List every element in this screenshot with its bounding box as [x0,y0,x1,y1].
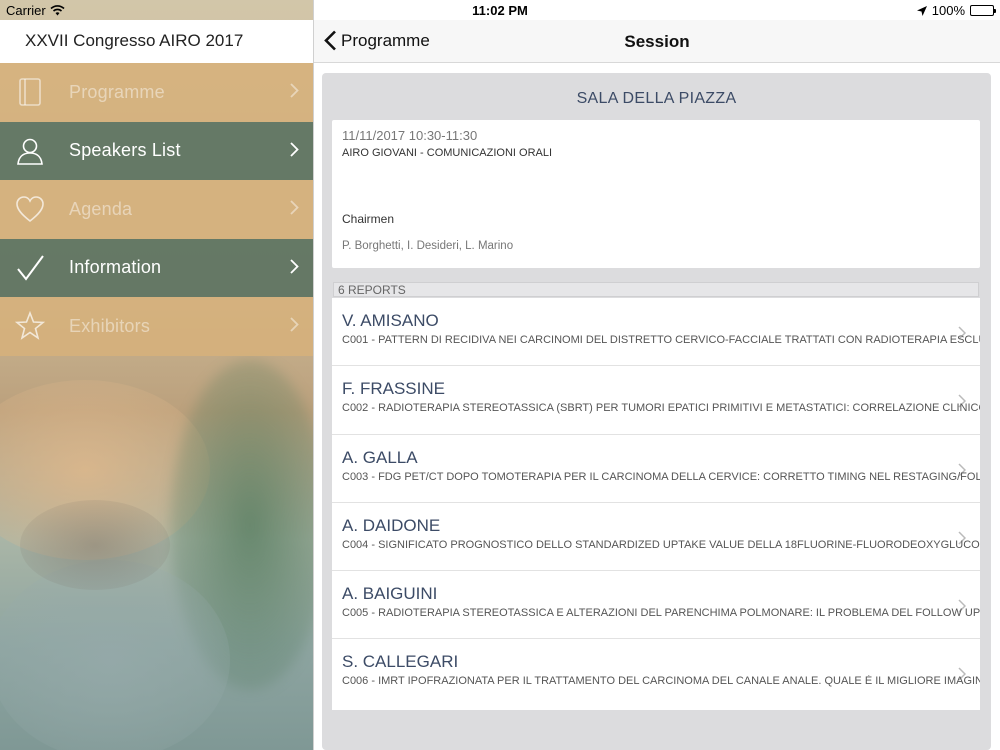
report-item[interactable]: V. AMISANO C001 - PATTERN DI RECIDIVA NE… [332,298,980,367]
report-title: C005 - RADIOTERAPIA STEREOTASSICA E ALTE… [342,607,980,620]
session-info-card: 11/11/2017 10:30-11:30 AIRO GIOVANI - CO… [332,120,980,268]
chevron-right-icon [958,463,966,477]
status-right: 100% [916,3,996,18]
chevron-right-icon [290,141,299,157]
sidebar: XXVII Congresso AIRO 2017 Programme Spea… [0,0,313,750]
status-bar: Carrier 11:02 PM 100% [0,0,1000,20]
report-author: F. FRASSINE [342,379,445,399]
battery-percent: 100% [931,3,965,18]
report-author: S. CALLEGARI [342,652,459,672]
chevron-left-icon [324,30,336,51]
reports-header: 6 REPORTS [333,282,979,297]
chevron-right-icon [958,326,966,340]
reports-list: V. AMISANO C001 - PATTERN DI RECIDIVA NE… [332,298,980,710]
room-name: SALA DELLA PIAZZA [576,90,737,107]
report-title: C002 - RADIOTERAPIA STEREOTASSICA (SBRT)… [342,402,980,415]
session-datetime: 11/11/2017 10:30-11:30 [342,128,478,143]
report-item[interactable]: A. DAIDONE C004 - SIGNIFICATO PROGNOSTIC… [332,503,980,572]
back-button-label: Programme [341,30,430,50]
report-title: C006 - IMRT IPOFRAZIONATA PER IL TRATTAM… [342,675,980,688]
chairmen-names: P. Borghetti, I. Desideri, L. Marino [342,240,514,252]
chevron-right-icon [290,317,299,332]
sidebar-item-agenda[interactable]: Agenda [0,180,313,239]
sidebar-menu: Programme Speakers List Agenda Informati… [0,63,313,356]
battery-icon [970,5,996,16]
chevron-right-icon [958,667,966,682]
report-item[interactable]: F. FRASSINE C002 - RADIOTERAPIA STEREOTA… [332,366,980,435]
chevron-right-icon [958,599,966,613]
sidebar-item-label: Programme [69,81,165,102]
clock: 11:02 PM [472,3,528,18]
sidebar-item-label: Agenda [69,198,133,219]
background-blur [20,500,170,590]
sidebar-item-programme[interactable]: Programme [0,63,313,122]
sidebar-item-label: Exhibitors [69,315,151,336]
chevron-right-icon [290,258,299,274]
person-icon [15,136,45,166]
sidebar-item-speakers[interactable]: Speakers List [0,121,313,180]
report-item[interactable]: S. CALLEGARI C006 - IMRT IPOFRAZIONATA P… [332,639,980,707]
checkmark-icon [15,253,45,283]
chairmen-label: Chairmen [342,212,395,226]
sidebar-item-exhibitors[interactable]: Exhibitors [0,297,313,356]
app-title: XXVII Congresso AIRO 2017 [0,20,313,63]
navigation-bar: Programme Session [314,20,1000,63]
book-icon [15,77,45,107]
report-title: C004 - SIGNIFICATO PROGNOSTICO DELLO STA… [342,538,980,551]
report-item[interactable]: A. GALLA C003 - FDG PET/CT DOPO TOMOTERA… [332,435,980,503]
location-arrow-icon [916,5,927,16]
chevron-right-icon [958,531,966,545]
session-panel: SALA DELLA PIAZZA 11/11/2017 10:30-11:30… [322,73,991,750]
session-name: AIRO GIOVANI - COMUNICAZIONI ORALI [342,147,553,159]
star-icon [15,311,45,341]
report-author: A. GALLA [342,447,418,467]
back-button[interactable]: Programme [324,30,430,51]
heart-icon [15,194,45,224]
sidebar-item-label: Information [69,257,162,278]
session-content: SALA DELLA PIAZZA 11/11/2017 10:30-11:30… [314,63,1000,750]
report-author: V. AMISANO [342,311,439,330]
report-title: C003 - FDG PET/CT DOPO TOMOTERAPIA PER I… [342,470,980,483]
report-author: A. DAIDONE [342,515,441,535]
chevron-right-icon [290,83,299,98]
report-item[interactable]: A. BAIGUINI C005 - RADIOTERAPIA STEREOTA… [332,571,980,640]
chevron-right-icon [290,200,299,215]
sidebar-item-information[interactable]: Information [0,238,313,297]
report-author: A. BAIGUINI [342,584,438,604]
chevron-right-icon [958,394,966,408]
sidebar-item-label: Speakers List [69,140,181,161]
report-title: C001 - PATTERN DI RECIDIVA NEI CARCINOMI… [342,334,980,346]
